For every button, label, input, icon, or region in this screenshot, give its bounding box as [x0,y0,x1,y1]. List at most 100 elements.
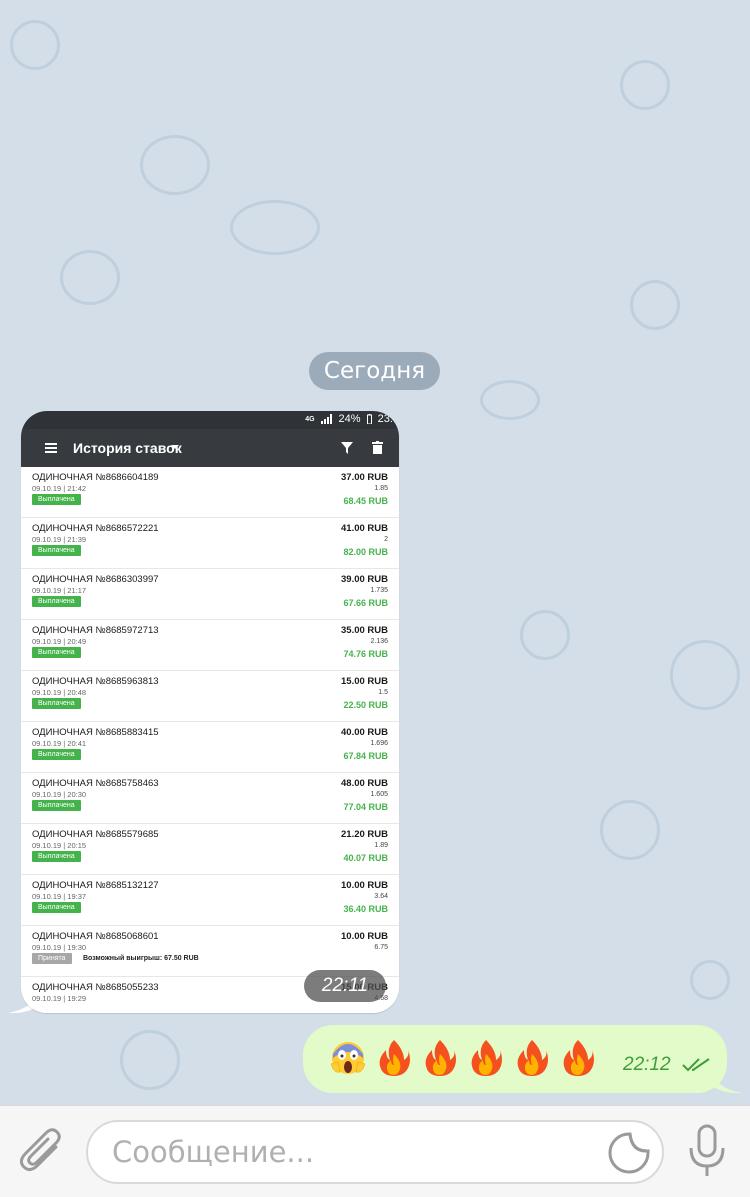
bet-payout: 77.04 RUB [343,802,388,812]
bet-date: 09.10.19 | 20:15 [32,841,87,850]
bet-amount: 41.00 RUB [341,523,388,534]
bet-date: 09.10.19 | 19:30 [32,943,87,952]
bet-status-badge: Выплачена [32,902,81,913]
bet-title: ОДИНОЧНАЯ №8685758463 [32,778,159,789]
fire-emoji [517,1040,548,1076]
bet-date: 09.10.19 | 21:17 [32,586,87,595]
bet-row: ОДИНОЧНАЯ №8685972713 09.10.19 | 20:49 Вып… [21,620,399,671]
background-doodle [140,135,210,195]
bet-coefficient: 1.5 [378,689,388,696]
bet-amount: 15.00 RUB [341,676,388,687]
bet-title: ОДИНОЧНАЯ №8686604189 [32,472,159,483]
fire-emoji [471,1040,502,1076]
bet-coefficient: 1.735 [370,587,388,594]
network-indicator: 4G [305,415,315,423]
screenshot-status-bar: 4G 24% 23:0 [21,411,399,429]
screaming-face-emoji [330,1042,366,1074]
bet-date: 09.10.19 | 20:49 [32,637,87,646]
bet-amount: 10.00 RUB [341,880,388,891]
bet-status-badge: Принята [32,953,72,964]
bet-date: 09.10.19 | 19:29 [32,994,87,1003]
bet-coefficient: 2 [384,536,388,543]
battery-icon [366,414,372,424]
microphone-icon[interactable] [688,1124,726,1178]
bet-date: 09.10.19 | 20:48 [32,688,87,697]
bet-row: ОДИНОЧНАЯ №8685579685 09.10.19 | 20:15 Вып… [21,824,399,875]
fire-emoji [563,1040,594,1076]
fire-emoji [425,1040,456,1076]
bet-row: ОДИНОЧНАЯ №8685132127 09.10.19 | 19:37 Вып… [21,875,399,926]
bet-payout: 68.45 RUB [343,496,388,506]
outgoing-message-time: 22:12 [623,1054,671,1075]
bet-possible-win: Возможный выигрыш: 67.50 RUB [83,955,199,962]
bet-row: ОДИНОЧНАЯ №8685758463 09.10.19 | 20:30 Вып… [21,773,399,824]
screenshot-app-bar: История ставок [21,429,399,467]
bet-title: ОДИНОЧНАЯ №8685579685 [32,829,159,840]
bet-title: ОДИНОЧНАЯ №8685132127 [32,880,159,891]
bet-payout: 67.84 RUB [343,751,388,761]
bet-status-badge: Выплачена [32,698,81,709]
bet-status-badge: Выплачена [32,545,81,556]
fire-emoji [379,1040,410,1076]
bet-amount: 40.00 RUB [341,727,388,738]
bet-payout: 40.07 RUB [343,853,388,863]
signal-icon [320,414,332,424]
filter-icon [341,442,353,454]
background-doodle [670,640,740,710]
read-checkmarks-icon [682,1058,710,1072]
bet-amount: 48.00 RUB [341,778,388,789]
bet-payout: 74.76 RUB [343,649,388,659]
dropdown-caret-icon [171,445,179,449]
bet-status-badge: Выплачена [32,749,81,760]
bet-title: ОДИНОЧНАЯ №8686572221 [32,523,159,534]
bet-status-badge: Выплачена [32,851,81,862]
emoji-row [330,1038,596,1078]
bet-row: ОДИНОЧНАЯ №8685963813 09.10.19 | 20:48 Вып… [21,671,399,722]
bet-title: ОДИНОЧНАЯ №8686303997 [32,574,159,585]
bet-coefficient: 6.75 [374,944,388,951]
background-doodle [620,60,670,110]
battery-level: 24% [338,413,361,425]
message-input[interactable]: Сообщение... [86,1120,664,1184]
bet-title: ОДИНОЧНАЯ №8685972713 [32,625,159,636]
bet-status-badge: Выплачена [32,494,81,505]
paperclip-icon[interactable] [20,1127,66,1175]
bet-coefficient: 1.85 [374,485,388,492]
background-doodle [60,250,120,305]
bets-list: ОДИНОЧНАЯ №8686604189 09.10.19 | 21:42 Вып… [21,467,399,1013]
bet-payout: 82.00 RUB [343,547,388,557]
bet-date: 09.10.19 | 19:37 [32,892,87,901]
bet-coefficient: 3.64 [374,893,388,900]
bet-amount: 39.00 RUB [341,574,388,585]
bet-coefficient: 1.696 [370,740,388,747]
bet-coefficient: 1.89 [374,842,388,849]
bet-row: ОДИНОЧНАЯ №8686572221 09.10.19 | 21:39 Вып… [21,518,399,569]
bet-date: 09.10.19 | 21:42 [32,484,87,493]
bet-amount: 21.20 RUB [341,829,388,840]
trash-icon [372,441,383,454]
background-doodle [520,610,570,660]
bet-title: ОДИНОЧНАЯ №8685055233 [32,982,159,993]
background-doodle [120,1030,180,1090]
bet-row: ОДИНОЧНАЯ №8686604189 09.10.19 | 21:42 Вып… [21,467,399,518]
bet-row: ОДИНОЧНАЯ №8686303997 09.10.19 | 21:17 Вып… [21,569,399,620]
bet-title: ОДИНОЧНАЯ №8685963813 [32,676,159,687]
bet-date: 09.10.19 | 21:39 [32,535,87,544]
bet-status-badge: Выплачена [32,596,81,607]
bet-payout: 36.40 RUB [343,904,388,914]
date-separator: Сегодня [309,352,440,390]
menu-icon [45,443,57,453]
bet-date: 09.10.19 | 20:41 [32,739,87,748]
bet-amount: 35.00 RUB [341,625,388,636]
bet-title: ОДИНОЧНАЯ №8685068601 [32,931,159,942]
screenshot-title: История ставок [73,440,182,456]
bet-coefficient: 1.605 [370,791,388,798]
background-doodle [630,280,680,330]
bet-status-badge: Выплачена [32,647,81,658]
sticker-icon[interactable] [608,1132,650,1174]
bet-status-badge: Выплачена [32,800,81,811]
bet-coefficient: 2.136 [370,638,388,645]
photo-message[interactable]: 4G 24% 23:0 История ставок ОДИНОЧНАЯ №86… [21,411,399,1013]
photo-message-time: 22:11 [304,970,386,1002]
bet-amount: 10.00 RUB [341,931,388,942]
